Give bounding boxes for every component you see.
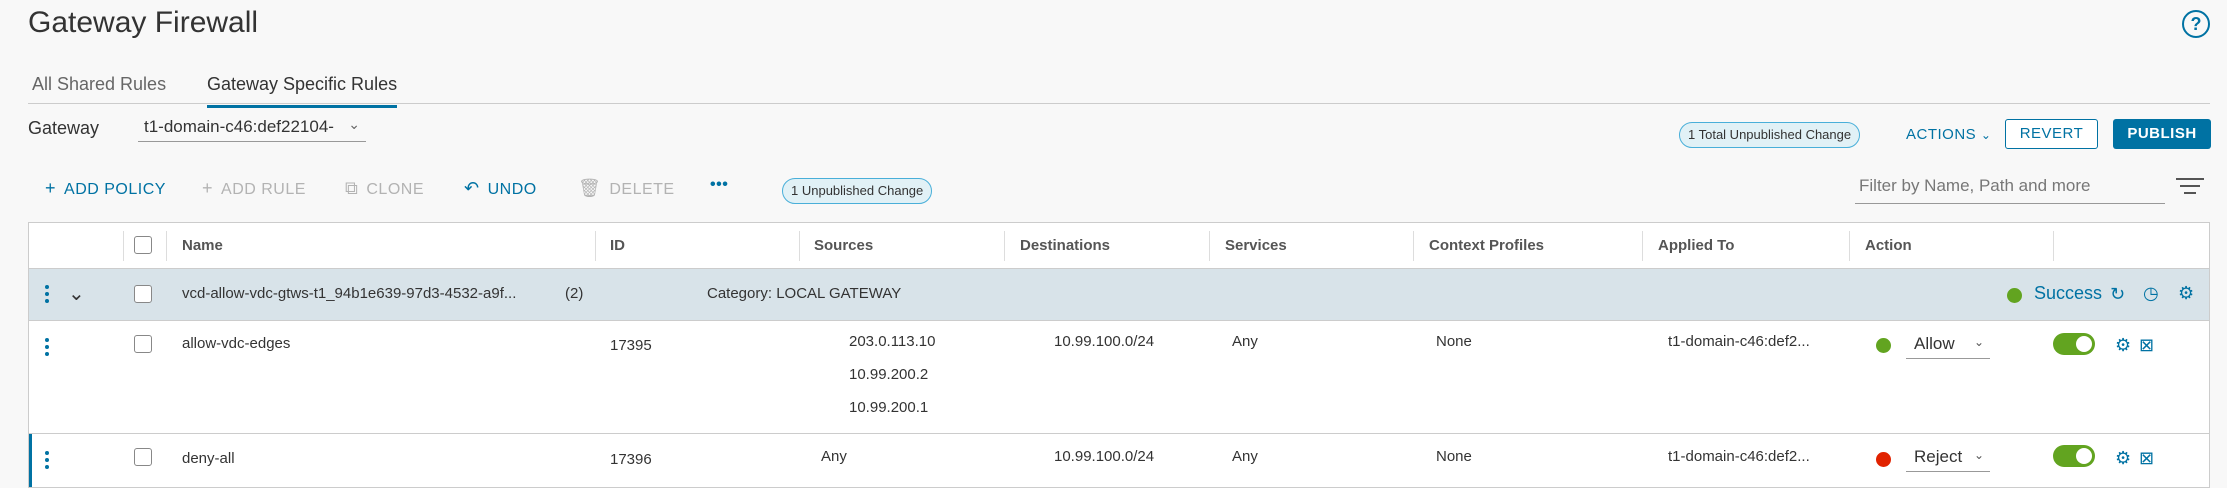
status-success-dot <box>2007 288 2022 303</box>
delete-button[interactable]: 🗑 DELETE <box>578 178 675 199</box>
action-allow-dot <box>1876 338 1891 353</box>
rule-source[interactable]: Any <box>821 448 847 465</box>
actions-label: ACTIONS <box>1906 126 1977 143</box>
policy-category: Category: LOCAL GATEWAY <box>707 285 902 302</box>
rule-name: allow-vdc-edges <box>182 335 291 352</box>
plus-icon: + <box>202 178 214 198</box>
gear-icon[interactable]: ⚙ <box>2115 449 2131 467</box>
rule-name: deny-all <box>182 450 235 467</box>
total-unpublished-badge: 1 Total Unpublished Change <box>1679 122 1861 148</box>
unpublished-change-badge: 1 Unpublished Change <box>782 178 933 204</box>
rule-services[interactable]: Any <box>1232 448 1258 465</box>
rule-context-profiles[interactable]: None <box>1436 333 1472 350</box>
filter-icon[interactable] <box>2176 178 2204 199</box>
table-row[interactable]: allow-vdc-edges 17395 203.0.113.10 10.99… <box>29 321 2209 434</box>
filter-input[interactable]: Filter by Name, Path and more <box>1855 172 2165 204</box>
gateway-select-value: t1-domain-c46:def22104- <box>144 117 334 136</box>
rule-applied-to[interactable]: t1-domain-c46:def2... <box>1668 448 1810 465</box>
column-header-destinations[interactable]: Destinations <box>1020 237 1110 254</box>
undo-icon: ↶ <box>464 178 480 198</box>
rule-source[interactable]: 10.99.200.1 <box>849 399 928 416</box>
chevron-down-icon: ⌄ <box>1973 448 1984 462</box>
undo-label: UNDO <box>487 181 537 198</box>
trash-icon: 🗑 <box>578 178 602 198</box>
add-policy-button[interactable]: + ADD POLICY <box>45 178 166 199</box>
column-header-context-profiles[interactable]: Context Profiles <box>1429 237 1544 254</box>
rule-source[interactable]: 10.99.200.2 <box>849 366 928 383</box>
chevron-down-icon: ⌄ <box>1980 128 1992 142</box>
rule-source[interactable]: 203.0.113.10 <box>849 333 935 350</box>
rule-enabled-toggle[interactable] <box>2053 333 2095 355</box>
table-row[interactable]: deny-all 17396 Any 10.99.100.0/24 Any No… <box>29 434 2209 487</box>
select-all-checkbox[interactable] <box>134 236 152 254</box>
rules-grid: Name ID Sources Destinations Services Co… <box>28 222 2210 488</box>
plus-icon: + <box>45 178 57 198</box>
rule-destination[interactable]: 10.99.100.0/24 <box>1054 448 1154 465</box>
policy-rule-count: (2) <box>565 285 584 302</box>
column-header-services[interactable]: Services <box>1225 237 1287 254</box>
action-select[interactable]: Reject ⌄ <box>1906 444 1990 472</box>
action-select[interactable]: Allow ⌄ <box>1906 331 1990 359</box>
page-title: Gateway Firewall <box>28 6 259 39</box>
action-value: Reject <box>1914 447 1963 466</box>
kebab-menu-icon[interactable] <box>45 338 49 359</box>
add-policy-label: ADD POLICY <box>64 181 166 198</box>
rule-id: 17395 <box>610 337 652 354</box>
rule-id: 17396 <box>610 451 652 468</box>
kebab-menu-icon[interactable] <box>45 285 49 306</box>
kebab-menu-icon[interactable] <box>45 451 49 472</box>
refresh-icon[interactable]: ↻ <box>2110 285 2125 303</box>
rule-checkbox[interactable] <box>134 335 152 353</box>
copy-icon: ⧉ <box>345 178 359 198</box>
action-value: Allow <box>1914 334 1955 353</box>
rule-enabled-toggle[interactable] <box>2053 445 2095 467</box>
grid-header: Name ID Sources Destinations Services Co… <box>29 223 2209 269</box>
chevron-down-icon: ⌄ <box>1973 335 1984 349</box>
add-rule-button[interactable]: + ADD RULE <box>202 178 306 199</box>
policy-status: Success <box>2034 283 2103 303</box>
actions-dropdown[interactable]: ACTIONS ⌄ <box>1906 126 1991 143</box>
column-header-applied-to[interactable]: Applied To <box>1658 237 1734 254</box>
history-icon[interactable]: ◷ <box>2143 284 2159 302</box>
rule-services[interactable]: Any <box>1232 333 1258 350</box>
tab-gateway-specific-rules[interactable]: Gateway Specific Rules <box>207 74 398 108</box>
rule-context-profiles[interactable]: None <box>1436 448 1472 465</box>
help-icon[interactable]: ? <box>2182 10 2210 38</box>
gear-icon[interactable]: ⚙ <box>2178 284 2194 302</box>
column-header-sources[interactable]: Sources <box>814 237 873 254</box>
chevron-down-icon[interactable]: ⌄ <box>68 281 85 306</box>
rule-destination[interactable]: 10.99.100.0/24 <box>1054 333 1154 350</box>
chevron-down-icon: ⌄ <box>348 116 360 132</box>
column-header-id[interactable]: ID <box>610 237 625 254</box>
clone-button[interactable]: ⧉ CLONE <box>345 178 424 199</box>
clone-label: CLONE <box>366 181 424 198</box>
delete-label: DELETE <box>609 181 675 198</box>
column-header-name[interactable]: Name <box>182 237 223 254</box>
tab-all-shared-rules[interactable]: All Shared Rules <box>32 74 166 105</box>
gateway-select[interactable]: t1-domain-c46:def22104- ⌄ <box>138 114 366 142</box>
gear-icon[interactable]: ⚙ <box>2115 336 2131 354</box>
action-reject-dot <box>1876 452 1891 467</box>
rule-applied-to[interactable]: t1-domain-c46:def2... <box>1668 333 1810 350</box>
gateway-label: Gateway <box>28 118 100 138</box>
policy-name: vcd-allow-vdc-gtws-t1_94b1e639-97d3-4532… <box>182 285 517 302</box>
publish-button[interactable]: PUBLISH <box>2113 119 2211 149</box>
undo-button[interactable]: ↶ UNDO <box>464 178 537 199</box>
revert-button[interactable]: REVERT <box>2005 119 2098 149</box>
stats-icon[interactable]: ⊠ <box>2139 449 2154 467</box>
more-options-button[interactable]: ••• <box>710 176 728 194</box>
policy-row[interactable]: ⌄ vcd-allow-vdc-gtws-t1_94b1e639-97d3-45… <box>29 269 2209 321</box>
column-header-action[interactable]: Action <box>1865 237 1912 254</box>
tab-bar: All Shared Rules Gateway Specific Rules <box>28 62 2210 108</box>
stats-icon[interactable]: ⊠ <box>2139 336 2154 354</box>
policy-checkbox[interactable] <box>134 285 152 303</box>
rule-checkbox[interactable] <box>134 448 152 466</box>
add-rule-label: ADD RULE <box>221 181 306 198</box>
